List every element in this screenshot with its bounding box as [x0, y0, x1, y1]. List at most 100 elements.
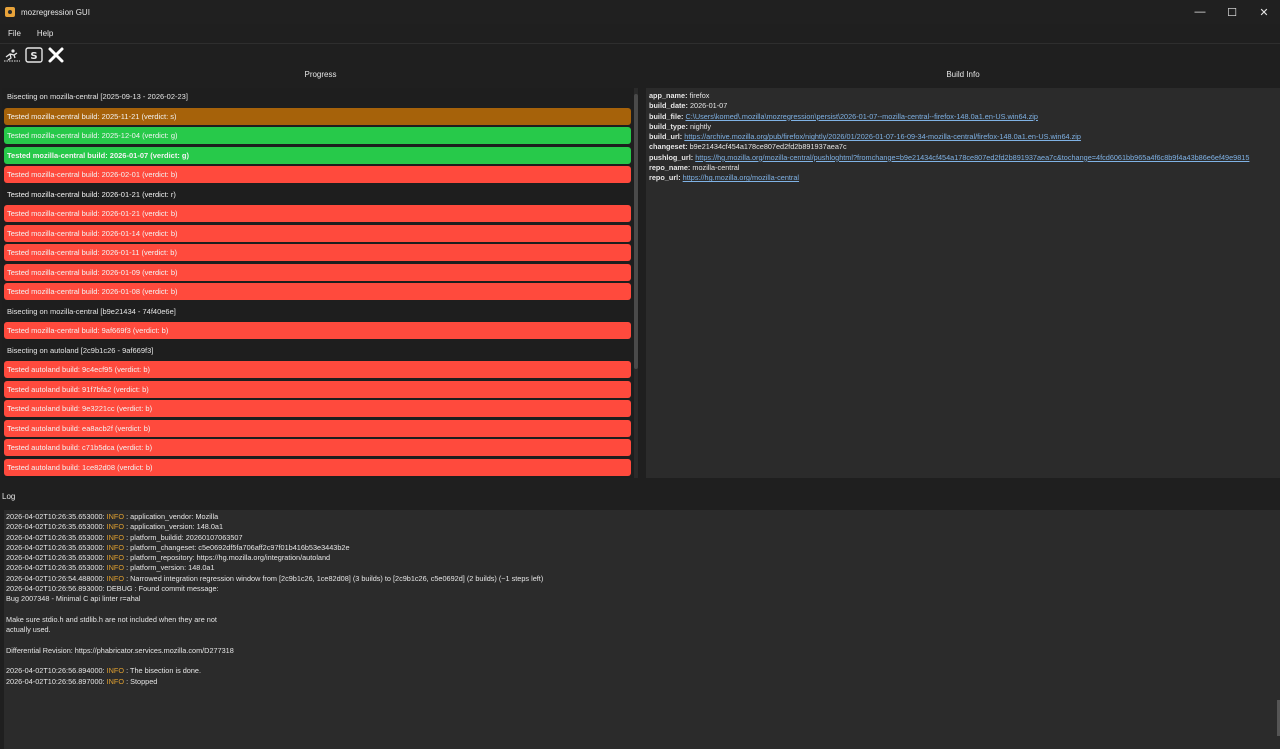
log-level: INFO — [106, 522, 125, 532]
build-info-row: repo_url: https://hg.mozilla.org/mozilla… — [649, 173, 1277, 183]
build-info-link[interactable]: https://hg.mozilla.org/mozilla-central/p… — [695, 153, 1249, 162]
log-message: : Stopped — [126, 676, 158, 686]
build-info-link[interactable]: https://hg.mozilla.org/mozilla-central — [683, 173, 799, 182]
log-line: 2026-04-02T10:26:35.653000: INFO : platf… — [6, 553, 1278, 563]
build-info-header: Build Info — [946, 70, 980, 79]
app-icon — [5, 7, 15, 17]
build-info-row: changeset: b9e21434cf454a178ce807ed2fd2b… — [649, 142, 1277, 152]
progress-scrollbar[interactable] — [634, 88, 638, 478]
build-result-row[interactable]: Tested mozilla-central build: 2026-01-11… — [4, 244, 631, 261]
progress-scrollbar-thumb[interactable] — [634, 94, 638, 369]
build-info-key: pushlog_url: — [649, 152, 694, 162]
build-info-key: changeset: — [649, 142, 688, 152]
run-icon[interactable] — [2, 45, 22, 65]
log-line: Differential Revision: https://phabricat… — [6, 646, 1278, 656]
log-line: Make sure stdio.h and stdlib.h are not i… — [6, 615, 1278, 625]
log-message: actually used. — [6, 625, 51, 635]
stop-icon[interactable] — [46, 45, 66, 65]
log-message: 2026-04-02T10:26:56.893000: DEBUG : Foun… — [6, 584, 219, 594]
build-info-value: 2026-01-07 — [689, 101, 728, 111]
build-result-row[interactable]: Tested mozilla-central build: 2026-01-14… — [4, 224, 631, 242]
log-message: : The bisection is done. — [126, 666, 202, 676]
log-line: Bug 2007348 - Minimal C api linter r=aha… — [6, 594, 1278, 604]
log-level: INFO — [106, 573, 125, 583]
log-line: 2026-04-02T10:26:35.653000: INFO : appli… — [6, 522, 1278, 532]
log-message: Make sure stdio.h and stdlib.h are not i… — [6, 614, 217, 624]
build-info-row: build_file: C:\Users\komed\.mozilla\mozr… — [649, 112, 1277, 122]
window-controls: — ☐ ✕ — [1184, 0, 1280, 24]
minimize-button[interactable]: — — [1184, 0, 1216, 24]
build-info-row: pushlog_url: https://hg.mozilla.org/mozi… — [649, 153, 1277, 163]
log-timestamp: 2026-04-02T10:26:35.653000: — [6, 563, 107, 573]
build-result-row[interactable]: Tested mozilla-central build: 2026-01-07… — [4, 146, 631, 164]
log-message: Differential Revision: https://phabricat… — [6, 645, 234, 655]
single-run-icon[interactable]: S — [24, 45, 44, 65]
build-result-row[interactable]: Tested autoland build: 9e3221cc (verdict… — [4, 400, 631, 417]
log-line: 2026-04-02T10:26:35.653000: INFO : platf… — [6, 563, 1278, 573]
build-result-row[interactable]: Tested autoland build: 91f7bfa2 (verdict… — [4, 380, 631, 398]
build-info-panel: app_name: firefox build_date: 2026-01-07 b… — [646, 88, 1280, 478]
log-level: INFO — [106, 563, 125, 573]
build-result-row[interactable]: Tested mozilla-central build: 2026-02-01… — [4, 166, 631, 183]
log-level: INFO — [106, 512, 125, 521]
log-line: 2026-04-02T10:26:56.897000: INFO : Stopp… — [6, 677, 1278, 687]
bisect-header-row[interactable]: Bisecting on mozilla-central [2025-09-13… — [4, 88, 631, 105]
log-label: Log — [2, 492, 16, 501]
build-info-row: build_type: nightly — [649, 122, 1277, 132]
build-result-row[interactable]: Tested mozilla-central build: 2026-01-08… — [4, 283, 631, 300]
build-result-row[interactable]: Tested autoland build: c71b5dca (verdict… — [4, 439, 631, 456]
build-info-link[interactable]: https://archive.mozilla.org/pub/firefox/… — [684, 132, 1081, 141]
log-panel: 2026-04-02T10:26:35.653000: INFO : appli… — [4, 510, 1280, 749]
build-result-row[interactable]: Tested mozilla-central build: 2025-11-21… — [4, 107, 631, 125]
build-result-row[interactable]: Tested mozilla-central build: 9af669f3 (… — [4, 322, 631, 339]
toolbar: S — [0, 44, 1280, 66]
maximize-button[interactable]: ☐ — [1216, 0, 1248, 24]
svg-text:S: S — [30, 51, 37, 62]
build-result-row[interactable]: Tested mozilla-central build: 2025-12-04… — [4, 127, 631, 144]
build-info-key: repo_name: — [649, 163, 691, 173]
progress-panel: Bisecting on mozilla-central [2025-09-13… — [2, 88, 639, 478]
build-info-key: build_type: — [649, 121, 688, 131]
build-info-key: build_url: — [649, 132, 683, 142]
build-result-row[interactable]: Tested mozilla-central build: 2026-01-21… — [4, 205, 631, 222]
log-level: INFO — [106, 532, 125, 542]
log-line: 2026-04-02T10:26:56.894000: INFO : The b… — [6, 666, 1278, 676]
progress-header: Progress — [304, 70, 337, 79]
build-result-row[interactable]: Tested autoland build: 1ce82d08 (verdict… — [4, 458, 631, 476]
progress-list: Bisecting on mozilla-central [2025-09-13… — [4, 88, 631, 478]
build-info-row: build_url: https://archive.mozilla.org/p… — [649, 132, 1277, 142]
build-info-value: firefox — [689, 91, 710, 100]
build-info-value: nightly — [689, 121, 712, 131]
log-timestamp: 2026-04-02T10:26:35.653000: — [6, 512, 107, 521]
log-message: : application_vendor: Mozilla — [126, 512, 219, 521]
log-line: 2026-04-02T10:26:35.653000: INFO : platf… — [6, 533, 1278, 543]
build-info-key: repo_url: — [649, 173, 681, 183]
build-info-row: repo_name: mozilla-central — [649, 163, 1277, 173]
bisect-header-row[interactable]: Bisecting on mozilla-central [b9e21434 -… — [4, 302, 631, 320]
log-timestamp: 2026-04-02T10:26:35.653000: — [6, 542, 107, 552]
menu-help[interactable]: Help — [29, 29, 61, 38]
build-result-row[interactable]: Tested autoland build: ea8acb2f (verdict… — [4, 419, 631, 437]
build-info-link[interactable]: C:\Users\komed\.mozilla\mozregression\pe… — [686, 112, 1038, 121]
log-level: INFO — [106, 553, 125, 563]
log-message: : application_version: 148.0a1 — [126, 522, 224, 532]
bisect-header-row[interactable]: Bisecting on autoland [2c9b1c26 - 9af669… — [4, 341, 631, 359]
log-message: : platform_repository: https://hg.mozill… — [126, 553, 331, 563]
log-timestamp: 2026-04-02T10:26:56.897000: — [6, 676, 107, 686]
build-result-row[interactable]: Tested mozilla-central build: 2026-01-09… — [4, 263, 631, 281]
menu-file[interactable]: File — [0, 29, 29, 38]
log-line: 2026-04-02T10:26:35.653000: INFO : appli… — [6, 512, 1278, 522]
close-button[interactable]: ✕ — [1248, 0, 1280, 24]
log-message: : platform_buildid: 20260107063507 — [126, 532, 243, 542]
log-line: 2026-04-02T10:26:35.653000: INFO : platf… — [6, 543, 1278, 553]
build-result-row[interactable]: Tested autoland build: 9c4ecf95 (verdict… — [4, 361, 631, 378]
log-message: : Narrowed integration regression window… — [126, 573, 544, 583]
log-message: : platform_version: 148.0a1 — [126, 563, 215, 573]
build-result-row[interactable]: Tested mozilla-central build: 2026-01-21… — [4, 185, 631, 203]
build-info-value: mozilla-central — [692, 163, 740, 173]
log-line: 2026-04-02T10:26:54.488000: INFO : Narro… — [6, 574, 1278, 584]
build-info-row: app_name: firefox — [649, 91, 1277, 101]
